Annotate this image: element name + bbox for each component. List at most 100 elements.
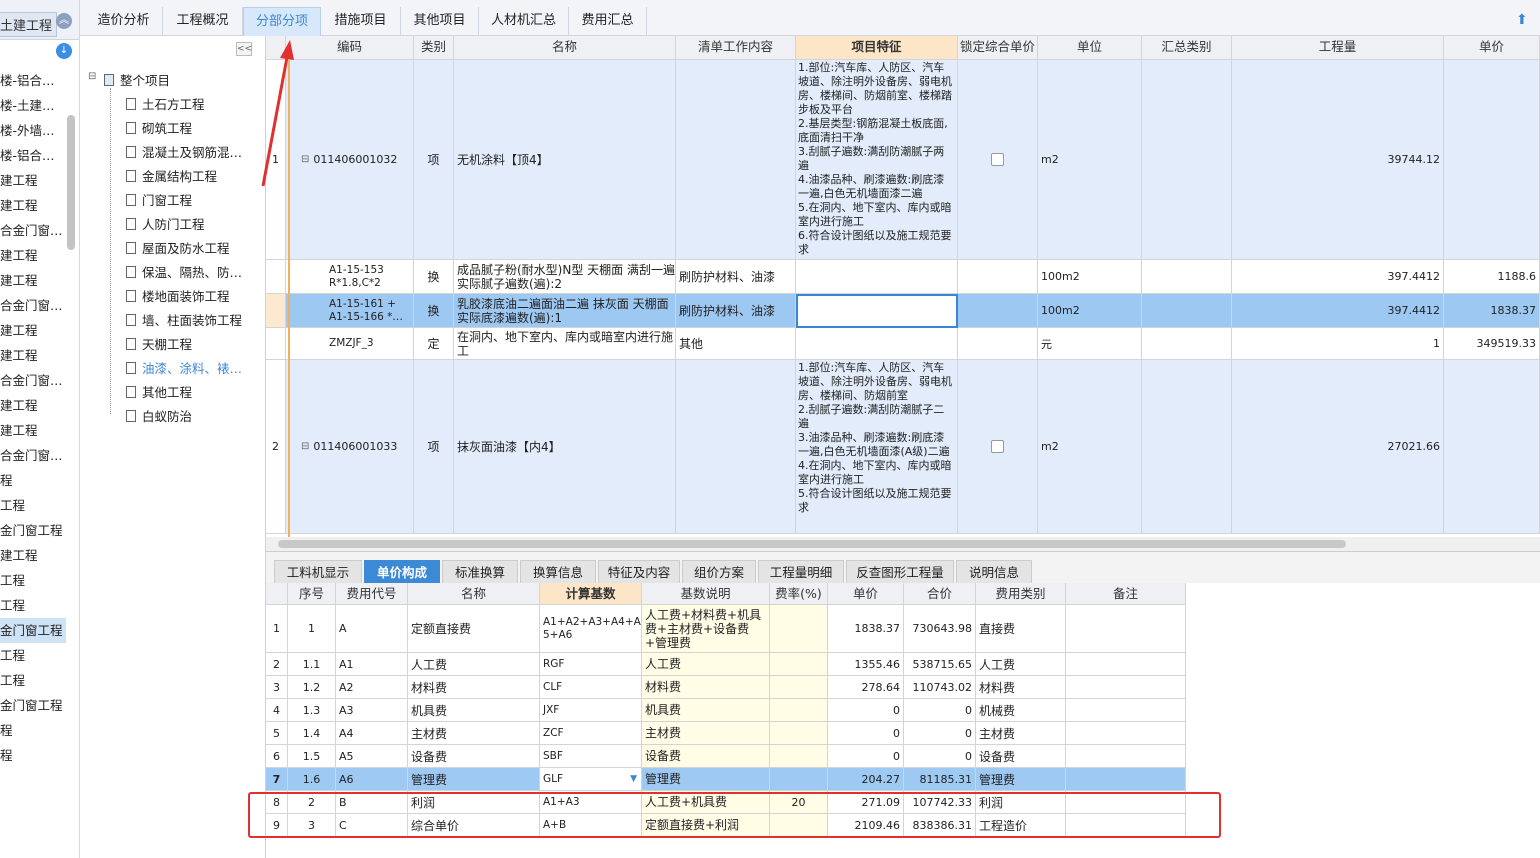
sidebar-item[interactable]: 建工程 bbox=[0, 168, 66, 193]
feature-cell[interactable] bbox=[796, 328, 958, 360]
tree-expander-icon[interactable]: ⊟ bbox=[301, 441, 309, 452]
unit-price-cell[interactable]: 204.27 bbox=[828, 768, 904, 791]
sidebar-item[interactable]: 金门窗工程 bbox=[0, 693, 66, 718]
sidebar-item[interactable]: 工程 bbox=[0, 568, 66, 593]
tree-root[interactable]: 整个项目 bbox=[104, 70, 170, 89]
tab-item[interactable]: 分部分项 bbox=[243, 7, 321, 36]
unit-price-cell[interactable] bbox=[1066, 745, 1186, 768]
unit-price-cell[interactable]: 直接费 bbox=[976, 605, 1066, 653]
unit-price-cell[interactable]: A1 bbox=[336, 653, 408, 676]
price-cell[interactable] bbox=[1444, 360, 1540, 534]
detail-tab[interactable]: 特征及内容 bbox=[598, 560, 680, 584]
sidebar-item[interactable]: 程 bbox=[0, 718, 66, 743]
column-header[interactable]: 基数说明 bbox=[642, 583, 770, 605]
work-content-cell[interactable] bbox=[676, 360, 796, 534]
detail-tab[interactable]: 单价构成 bbox=[364, 560, 440, 584]
unit-price-cell[interactable]: A3 bbox=[336, 699, 408, 722]
tree-node[interactable]: 保温、隔热、防… bbox=[126, 262, 242, 281]
column-header[interactable]: 单价 bbox=[1444, 36, 1540, 60]
summary-cell[interactable] bbox=[1142, 294, 1232, 328]
unit-price-cell[interactable]: 2 bbox=[266, 653, 288, 676]
unit-cell[interactable]: m2 bbox=[1038, 60, 1142, 260]
tree-node[interactable]: 油漆、涂料、裱… bbox=[126, 358, 242, 377]
column-header[interactable]: 费用代号 bbox=[336, 583, 408, 605]
sidebar-item[interactable]: 建工程 bbox=[0, 343, 66, 368]
sidebar-item[interactable]: 程 bbox=[0, 468, 66, 493]
qty-cell[interactable]: 397.4412 bbox=[1232, 294, 1444, 328]
unit-price-cell[interactable] bbox=[1066, 605, 1186, 653]
sidebar-item[interactable]: 工程 bbox=[0, 493, 66, 518]
price-cell[interactable]: 349519.33 bbox=[1444, 328, 1540, 360]
sidebar-item[interactable]: 合金门窗… bbox=[0, 293, 66, 318]
unit-cell[interactable]: m2 bbox=[1038, 360, 1142, 534]
detail-tab[interactable]: 组价方案 bbox=[682, 560, 756, 584]
column-header[interactable]: 锁定综合单价 bbox=[958, 36, 1038, 60]
summary-cell[interactable] bbox=[1142, 328, 1232, 360]
column-header[interactable]: 单价 bbox=[828, 583, 904, 605]
sidebar-item[interactable]: 工程 bbox=[0, 668, 66, 693]
type-cell[interactable]: 换 bbox=[414, 260, 454, 294]
name-cell[interactable]: 无机涂料【顶4】 bbox=[454, 60, 676, 260]
unit-price-cell[interactable]: 材料费 bbox=[642, 676, 770, 699]
unit-price-cell[interactable]: 1.4 bbox=[288, 722, 336, 745]
unit-cell[interactable]: 100m2 bbox=[1038, 260, 1142, 294]
unit-price-cell[interactable]: A4 bbox=[336, 722, 408, 745]
column-header[interactable]: 合价 bbox=[904, 583, 976, 605]
column-header[interactable]: 工程量 bbox=[1232, 36, 1444, 60]
column-header[interactable]: 单位 bbox=[1038, 36, 1142, 60]
unit-price-cell[interactable]: 1.5 bbox=[288, 745, 336, 768]
unit-price-cell[interactable] bbox=[1066, 653, 1186, 676]
unit-price-cell[interactable]: 1.1 bbox=[288, 653, 336, 676]
code-cell[interactable]: A1-15-161 + A1-15-166 *… bbox=[286, 294, 414, 328]
collapse-panel-icon[interactable]: << bbox=[236, 42, 252, 56]
sidebar-item[interactable]: 金门窗工程 bbox=[0, 618, 66, 643]
unit-price-cell[interactable]: 主材费 bbox=[408, 722, 540, 745]
unit-price-cell[interactable]: 1.2 bbox=[288, 676, 336, 699]
unit-price-cell[interactable]: 0 bbox=[904, 745, 976, 768]
unit-price-cell[interactable]: 0 bbox=[904, 722, 976, 745]
column-header[interactable]: 名称 bbox=[408, 583, 540, 605]
unit-price-cell[interactable] bbox=[1066, 676, 1186, 699]
tree-node[interactable]: 天棚工程 bbox=[126, 334, 192, 353]
sidebar-item[interactable]: 楼-外墙… bbox=[0, 118, 66, 143]
tree-expander-icon[interactable]: ⊟ bbox=[88, 71, 96, 82]
unit-price-cell[interactable]: 管理费 bbox=[408, 768, 540, 791]
tree-node[interactable]: 金属结构工程 bbox=[126, 166, 217, 185]
sidebar-item[interactable]: 工程 bbox=[0, 643, 66, 668]
tree-node[interactable]: 白蚁防治 bbox=[126, 406, 192, 425]
unit-price-cell[interactable]: 4 bbox=[266, 699, 288, 722]
unit-price-cell[interactable] bbox=[770, 745, 828, 768]
unit-cell[interactable]: 元 bbox=[1038, 328, 1142, 360]
unit-price-cell[interactable]: 管理费 bbox=[976, 768, 1066, 791]
tab-item[interactable]: 造价分析 bbox=[85, 7, 163, 36]
column-header[interactable]: 序号 bbox=[288, 583, 336, 605]
feature-cell[interactable]: 1.部位:汽车库、人防区、汽车坡道、除注明外设备房、弱电机房、楼梯间、防烟前室 … bbox=[796, 360, 958, 534]
sidebar-item[interactable]: 建工程 bbox=[0, 243, 66, 268]
unit-price-cell[interactable]: 110743.02 bbox=[904, 676, 976, 699]
unit-price-cell[interactable] bbox=[770, 653, 828, 676]
unit-price-cell[interactable]: 人工费 bbox=[642, 653, 770, 676]
column-header[interactable]: 名称 bbox=[454, 36, 676, 60]
sidebar-item[interactable]: 楼-铝合… bbox=[0, 143, 66, 168]
unit-price-cell[interactable]: 81185.31 bbox=[904, 768, 976, 791]
sidebar-item[interactable]: 合金门窗… bbox=[0, 368, 66, 393]
sidebar-item[interactable]: 建工程 bbox=[0, 318, 66, 343]
tree-expander-icon[interactable]: ⊟ bbox=[301, 154, 309, 165]
type-cell[interactable]: 项 bbox=[414, 360, 454, 534]
sidebar-item[interactable]: 金门窗工程 bbox=[0, 518, 66, 543]
unit-price-cell[interactable] bbox=[1066, 699, 1186, 722]
unit-price-cell[interactable]: A5 bbox=[336, 745, 408, 768]
column-header[interactable]: 费用类别 bbox=[976, 583, 1066, 605]
name-cell[interactable]: 在洞内、地下室内、库内或暗室内进行施工 bbox=[454, 328, 676, 360]
price-cell[interactable]: 1838.37 bbox=[1444, 294, 1540, 328]
sidebar-scrollbar[interactable] bbox=[67, 115, 75, 250]
code-cell[interactable]: ZMZJF_3 bbox=[286, 328, 414, 360]
unit-price-cell[interactable]: 人工费 bbox=[976, 653, 1066, 676]
unit-price-cell[interactable]: A bbox=[336, 605, 408, 653]
tab-item[interactable]: 费用汇总 bbox=[569, 7, 647, 36]
sidebar-item[interactable]: 建工程 bbox=[0, 418, 66, 443]
row-number[interactable] bbox=[266, 294, 286, 328]
row-number[interactable] bbox=[266, 328, 286, 360]
unit-price-cell[interactable] bbox=[770, 768, 828, 791]
work-content-cell[interactable]: 刷防护材料、油漆 bbox=[676, 294, 796, 328]
